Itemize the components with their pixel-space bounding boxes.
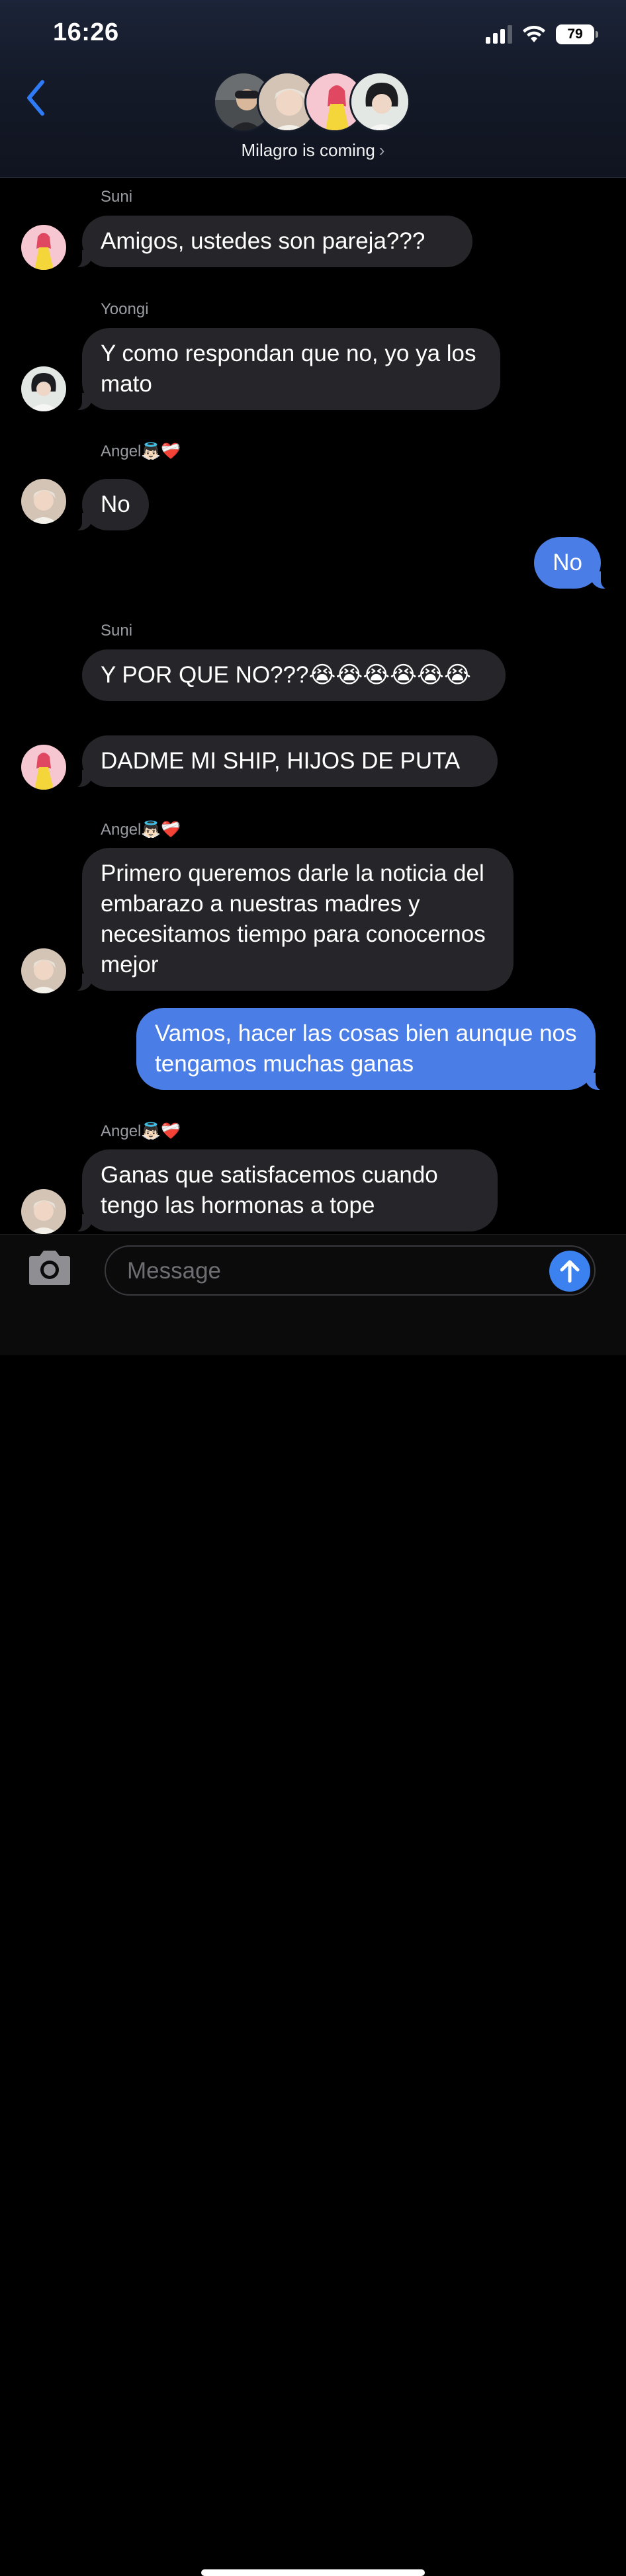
avatar-member-4 <box>349 71 410 132</box>
status-icons: 79 <box>486 24 598 45</box>
sender-name: Suni <box>101 188 133 206</box>
incoming-message[interactable]: Y como respondan que no, yo ya los mato <box>67 328 500 411</box>
incoming-message[interactable]: DADME MI SHIP, HIJOS DE PUTA <box>67 735 498 788</box>
wifi-icon <box>523 25 545 42</box>
chevron-left-icon[interactable] <box>22 78 49 118</box>
avatar-suni[interactable] <box>21 225 66 270</box>
composer-bar <box>0 1234 626 2576</box>
send-button[interactable] <box>549 1251 590 1292</box>
group-name[interactable]: Milagro is coming › <box>0 140 626 161</box>
sender-name: Angel👼🏻❤️‍🩹 <box>101 821 181 839</box>
message-input[interactable] <box>126 1252 512 1290</box>
outgoing-message[interactable]: Vamos, hacer las cosas bien aunque nos t… <box>136 1008 610 1091</box>
home-indicator[interactable] <box>201 2569 425 2576</box>
avatar-angel[interactable] <box>21 1189 66 1234</box>
message-text: Primero queremos darle la noticia del em… <box>101 860 486 977</box>
message-text: Ganas que satisfacemos cuando tengo las … <box>101 1162 438 1218</box>
group-avatars[interactable] <box>213 71 412 134</box>
sender-name: Angel👼🏻❤️‍🩹 <box>101 1122 181 1140</box>
sender-name: Angel👼🏻❤️‍🩹 <box>101 442 181 460</box>
message-text: No <box>101 491 130 517</box>
signal-icon <box>486 25 512 44</box>
message-text: Amigos, ustedes son pareja??? <box>101 228 425 254</box>
message-field[interactable] <box>105 1245 596 1296</box>
message-text: No <box>553 550 582 575</box>
sender-name: Yoongi <box>101 300 149 318</box>
camera-icon[interactable] <box>25 1248 74 1288</box>
incoming-message[interactable]: Primero queremos darle la noticia del em… <box>67 848 514 992</box>
message-text: DADME MI SHIP, HIJOS DE PUTA <box>101 748 461 774</box>
status-time: 16:26 <box>53 19 119 46</box>
message-text: Y como respondan que no, yo ya los mato <box>101 341 476 397</box>
group-name-label: Milagro is coming <box>241 140 375 160</box>
chevron-right-icon: › <box>379 140 385 160</box>
arrow-up-icon <box>560 1260 580 1283</box>
avatar-angel[interactable] <box>21 948 66 993</box>
incoming-message[interactable]: Y POR QUE NO???😭😭😭😭😭😭 <box>82 649 506 701</box>
avatar-angel[interactable] <box>21 479 66 524</box>
chat-header: 16:26 79 Milagro is coming › <box>0 0 626 178</box>
message-text: Vamos, hacer las cosas bien aunque nos t… <box>155 1020 577 1077</box>
message-text: Y POR QUE NO???😭😭😭😭😭😭 <box>101 662 471 688</box>
incoming-message[interactable]: Ganas que satisfacemos cuando tengo las … <box>67 1149 498 1233</box>
sender-name: Suni <box>101 622 133 640</box>
battery-icon: 79 <box>556 24 598 44</box>
incoming-message[interactable]: Amigos, ustedes son pareja??? <box>67 216 472 269</box>
outgoing-message[interactable]: No <box>534 537 615 590</box>
avatar-suni[interactable] <box>21 745 66 790</box>
incoming-message[interactable]: No <box>67 479 149 532</box>
battery-level: 79 <box>567 26 583 42</box>
avatar-yoongi[interactable] <box>21 366 66 411</box>
